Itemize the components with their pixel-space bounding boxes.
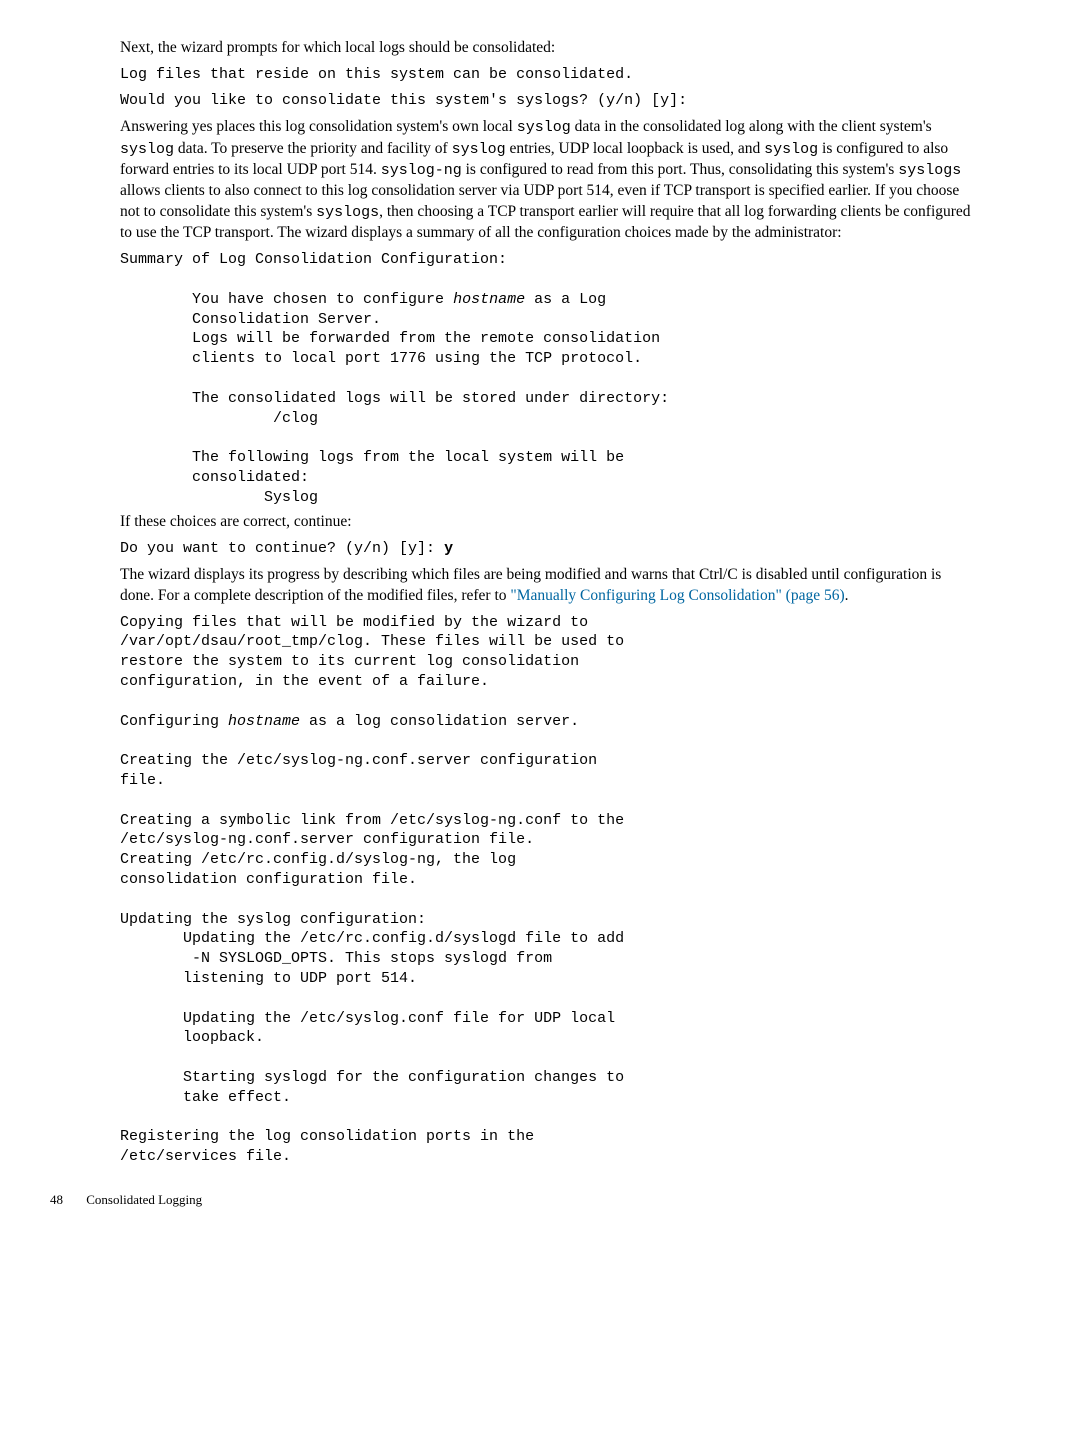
continue-para: If these choices are correct, continue: — [120, 512, 972, 533]
text-fragment: . — [845, 587, 849, 604]
summary-line: consolidated: — [120, 469, 309, 486]
hostname-placeholder: hostname — [228, 713, 300, 730]
inline-code-syslog: syslog — [764, 141, 818, 158]
explanation-para: Answering yes places this log consolidat… — [120, 117, 972, 244]
text-fragment: is configured to read from this port. Th… — [462, 161, 898, 178]
footer-title: Consolidated Logging — [86, 1192, 202, 1207]
inline-code-syslog: syslog — [120, 141, 174, 158]
code-line-2: Would you like to consolidate this syste… — [120, 91, 972, 111]
text-fragment: entries, UDP local loopback is used, and — [506, 140, 765, 157]
code-line-1: Log files that reside on this system can… — [120, 65, 972, 85]
prompt-text: Do you want to continue? (y/n) [y]: — [120, 540, 444, 557]
inline-code-syslogs: syslogs — [898, 162, 961, 179]
output-block: Copying files that will be modified by t… — [120, 613, 972, 1167]
summary-line: The following logs from the local system… — [120, 449, 624, 466]
summary-line: clients to local port 1776 using the TCP… — [120, 350, 642, 367]
continue-prompt: Do you want to continue? (y/n) [y]: y — [120, 539, 972, 559]
text-fragment: Answering yes places this log consolidat… — [120, 118, 517, 135]
inline-code-syslogs: syslogs — [316, 204, 379, 221]
summary-line: Consolidation Server. — [120, 311, 381, 328]
page-number: 48 — [50, 1191, 63, 1209]
summary-line: The consolidated logs will be stored und… — [120, 390, 669, 407]
manual-config-link[interactable]: "Manually Configuring Log Consolidation"… — [510, 587, 844, 604]
page-footer: 48 Consolidated Logging — [120, 1191, 972, 1209]
summary-line: You have chosen to configure — [120, 291, 453, 308]
hostname-placeholder: hostname — [453, 291, 525, 308]
summary-line: Logs will be forwarded from the remote c… — [120, 330, 660, 347]
inline-code-syslog: syslog — [517, 119, 571, 136]
intro-para: Next, the wizard prompts for which local… — [120, 38, 972, 59]
summary-line: Syslog — [120, 489, 318, 506]
summary-line: /clog — [120, 410, 318, 427]
summary-line: Summary of Log Consolidation Configurati… — [120, 251, 507, 268]
summary-line: as a Log — [525, 291, 606, 308]
text-fragment: data in the consolidated log along with … — [571, 118, 932, 135]
progress-para: The wizard displays its progress by desc… — [120, 565, 972, 607]
user-input-y: y — [444, 540, 453, 557]
text-fragment: data. To preserve the priority and facil… — [174, 140, 452, 157]
output-text: as a log consolidation server. Creating … — [120, 713, 624, 1166]
inline-code-syslog: syslog — [452, 141, 506, 158]
summary-block: Summary of Log Consolidation Configurati… — [120, 250, 972, 507]
inline-code-syslog-ng: syslog-ng — [381, 162, 462, 179]
